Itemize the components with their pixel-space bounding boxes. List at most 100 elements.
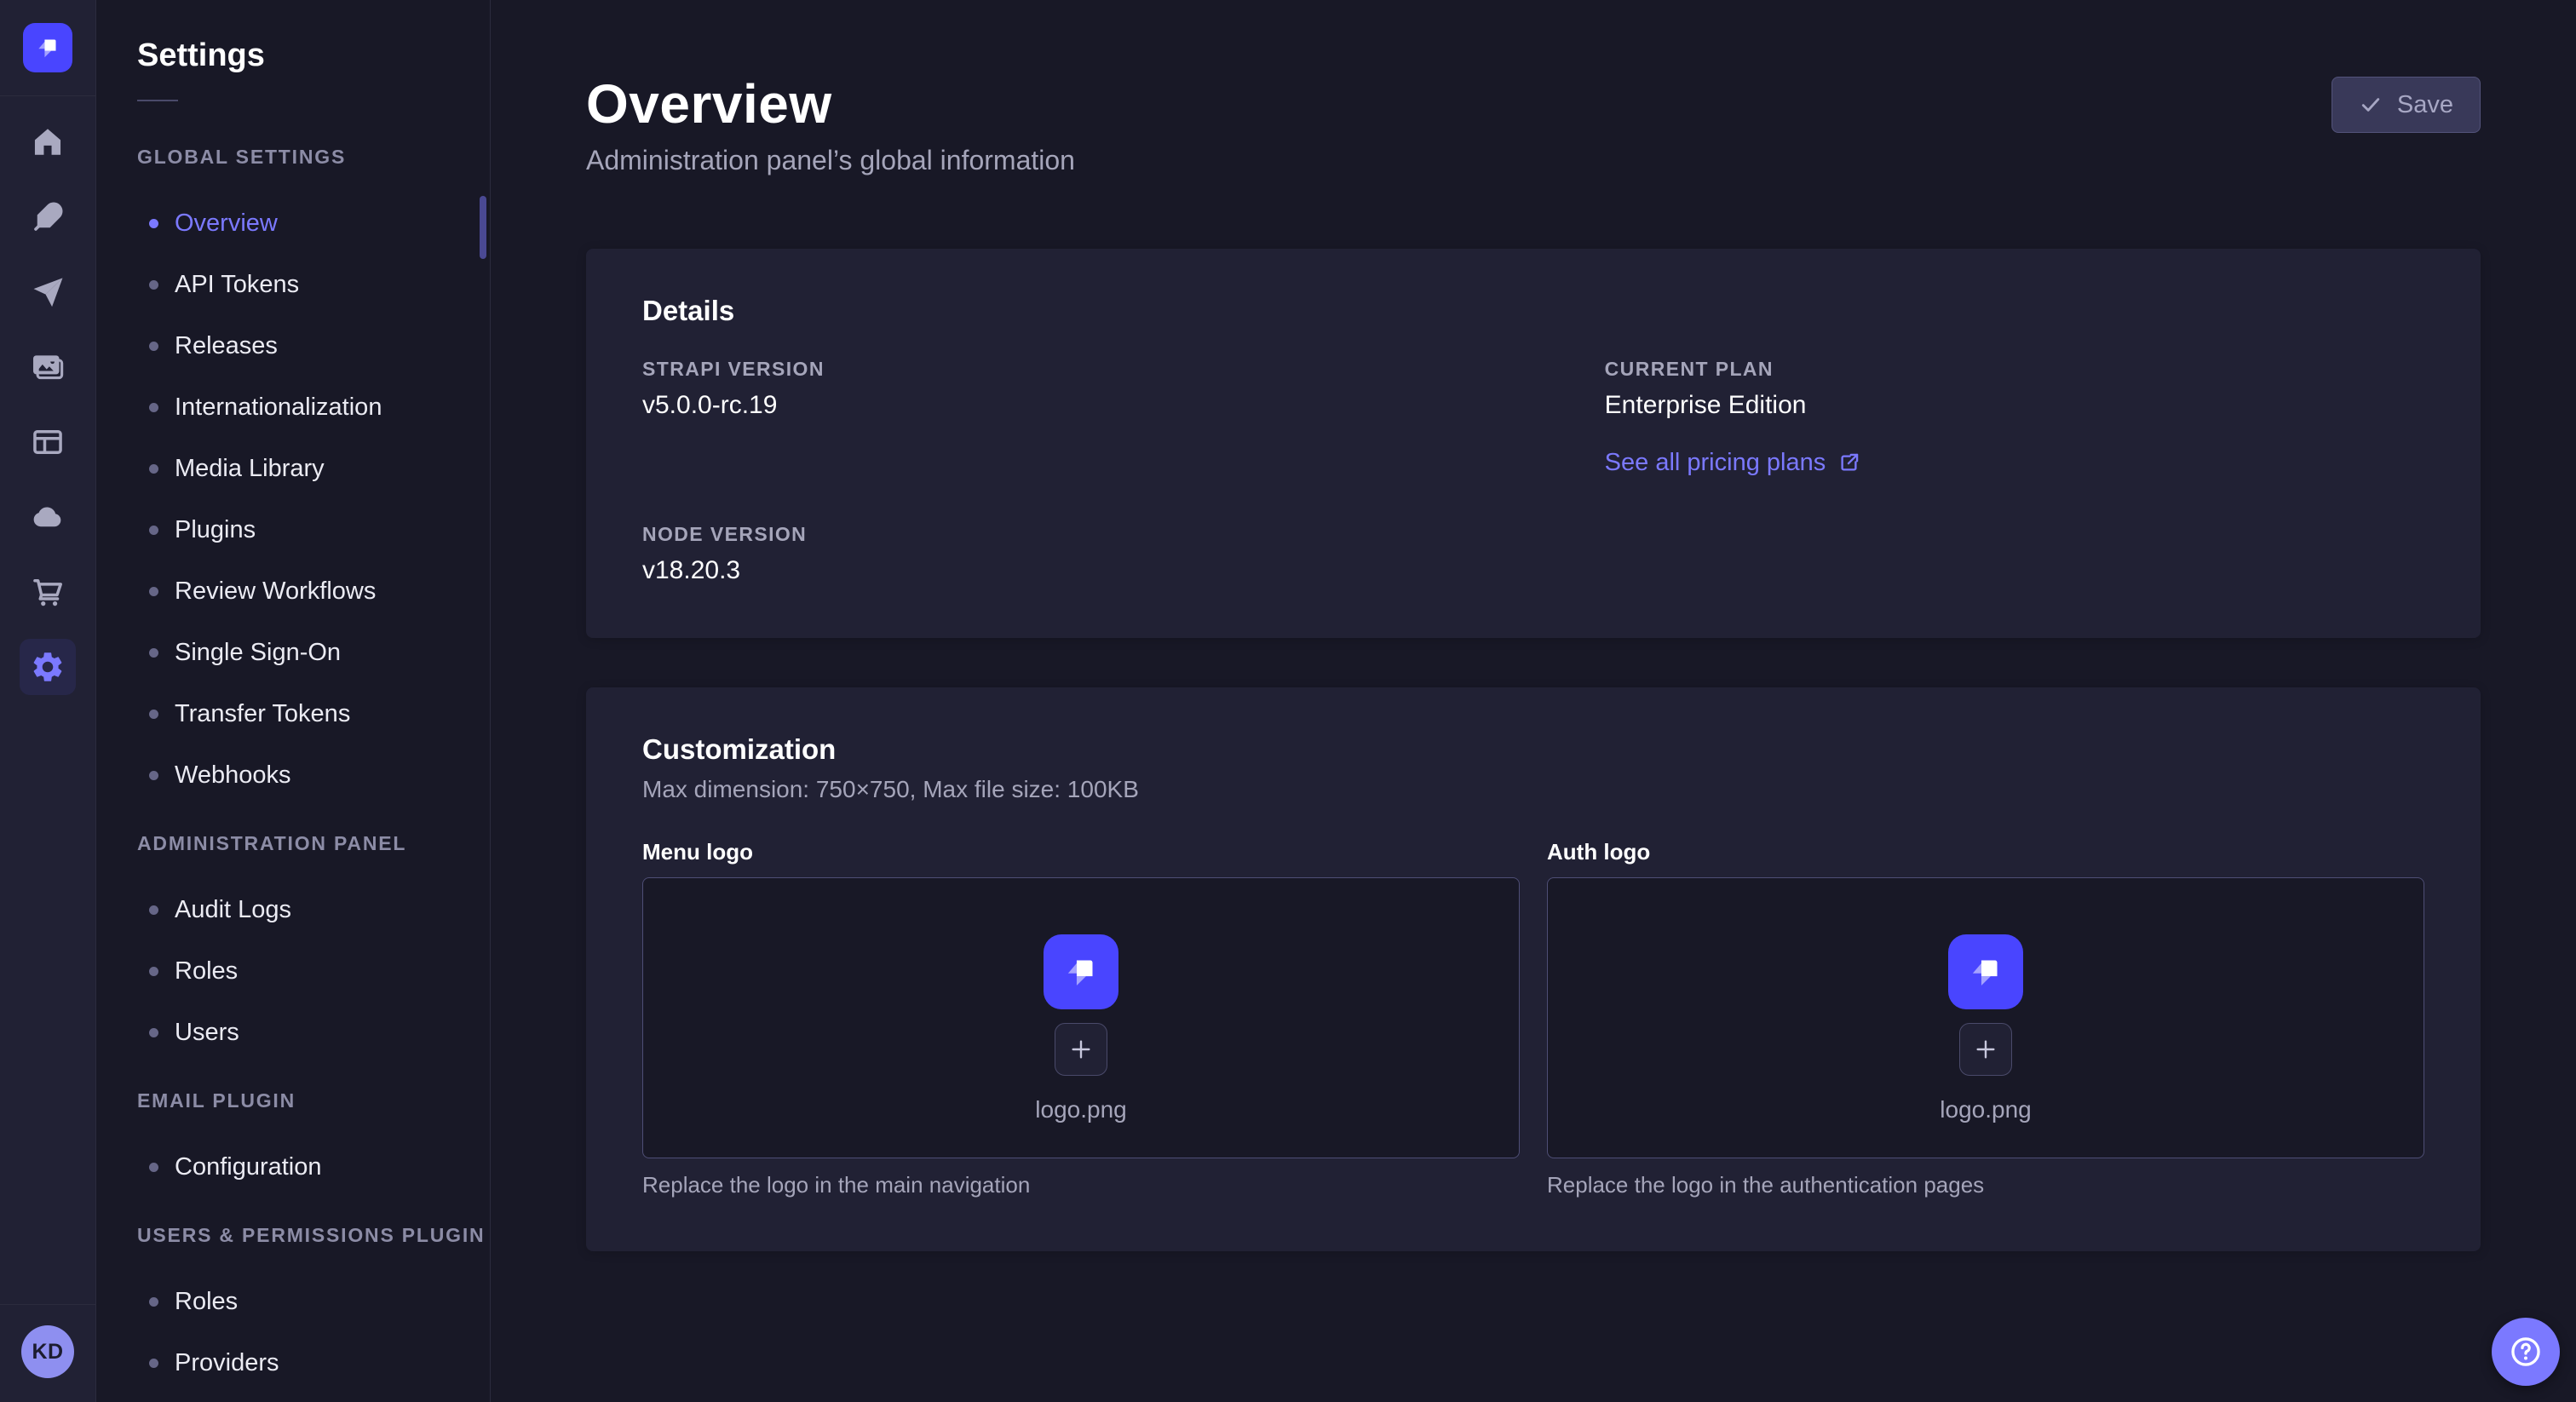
rail-bottom-divider: [0, 1304, 96, 1305]
bullet-icon: [149, 280, 158, 290]
settings-nav-item-transfer-tokens[interactable]: Transfer Tokens: [137, 683, 490, 744]
strapi-logo-icon: [32, 32, 64, 64]
page-title: Overview: [586, 77, 1075, 131]
customization-card: Customization Max dimension: 750×750, Ma…: [586, 687, 2481, 1251]
menu-logo-hint: Replace the logo in the main navigation: [642, 1172, 1520, 1198]
main-content: Overview Administration panel’s global i…: [491, 0, 2576, 1402]
auth-logo-filename: logo.png: [1940, 1096, 2031, 1123]
settings-nav-item-admin-roles[interactable]: Roles: [137, 940, 490, 1002]
settings-nav-item-internationalization[interactable]: Internationalization: [137, 376, 490, 438]
help-button[interactable]: [2492, 1318, 2560, 1386]
settings-nav-item-up-roles[interactable]: Roles: [137, 1271, 490, 1332]
menu-logo-upload-box[interactable]: logo.png: [642, 877, 1520, 1158]
field-label: CURRENT PLAN: [1605, 358, 2424, 381]
field-current-plan: CURRENT PLAN Enterprise Edition See all …: [1605, 358, 2424, 477]
settings-nav-item-releases[interactable]: Releases: [137, 315, 490, 376]
rail-divider: [0, 95, 96, 96]
home-icon: [30, 124, 66, 160]
rail-item-marketplace[interactable]: [20, 564, 76, 620]
paper-plane-icon: [30, 274, 66, 310]
nav-section-email-plugin: EMAIL PLUGIN Configuration: [137, 1089, 490, 1198]
feather-icon: [30, 199, 66, 235]
rail-item-cloud[interactable]: [20, 489, 76, 545]
app-window: KD Settings GLOBAL SETTINGS Overview API…: [0, 0, 2576, 1402]
main-icon-rail: KD: [0, 0, 96, 1402]
menu-logo-add-button[interactable]: [1055, 1023, 1107, 1076]
field-value: Enterprise Edition: [1605, 391, 2424, 420]
plus-icon: [1067, 1036, 1095, 1063]
settings-nav-item-webhooks[interactable]: Webhooks: [137, 744, 490, 806]
settings-nav-item-email-configuration[interactable]: Configuration: [137, 1136, 490, 1198]
bullet-icon: [149, 403, 158, 412]
auth-logo-add-button[interactable]: [1959, 1023, 2012, 1076]
nav-section-label: USERS & PERMISSIONS PLUGIN: [137, 1224, 490, 1247]
strapi-logo-icon: [1058, 949, 1104, 995]
rail-item-settings[interactable]: [20, 639, 76, 695]
nav-section-label: ADMINISTRATION PANEL: [137, 832, 490, 855]
bullet-icon: [149, 1359, 158, 1368]
pricing-plans-link[interactable]: See all pricing plans: [1605, 449, 1861, 477]
strapi-brand-logo[interactable]: [23, 23, 72, 72]
bullet-icon: [149, 342, 158, 351]
bullet-icon: [149, 1028, 158, 1037]
bullet-icon: [149, 587, 158, 596]
field-value: v18.20.3: [642, 556, 1605, 585]
auth-logo-label: Auth logo: [1547, 839, 2424, 865]
nav-section-label: EMAIL PLUGIN: [137, 1089, 490, 1112]
rail-item-feather[interactable]: [20, 189, 76, 245]
checkmark-icon: [2359, 93, 2383, 117]
field-strapi-version: STRAPI VERSION v5.0.0-rc.19: [642, 358, 1605, 477]
settings-nav-item-review-workflows[interactable]: Review Workflows: [137, 560, 490, 622]
help-icon: [2508, 1334, 2544, 1370]
bullet-icon: [149, 905, 158, 915]
settings-nav-item-api-tokens[interactable]: API Tokens: [137, 254, 490, 315]
bullet-icon: [149, 464, 158, 474]
rail-item-home[interactable]: [20, 114, 76, 170]
external-link-icon: [1837, 451, 1860, 474]
rail-item-layout[interactable]: [20, 414, 76, 470]
settings-nav-item-single-sign-on[interactable]: Single Sign-On: [137, 622, 490, 683]
bullet-icon: [149, 771, 158, 780]
field-label: NODE VERSION: [642, 523, 1605, 546]
bullet-icon: [149, 219, 158, 228]
rail-item-media[interactable]: [20, 339, 76, 395]
nav-section-label: GLOBAL SETTINGS: [137, 146, 490, 169]
settings-sub-nav: Settings GLOBAL SETTINGS Overview API To…: [96, 0, 491, 1402]
bullet-icon: [149, 710, 158, 719]
settings-nav-item-up-providers[interactable]: Providers: [137, 1332, 490, 1393]
auth-logo-field: Auth logo logo.png Replace the logo in t…: [1547, 839, 2424, 1198]
bullet-icon: [149, 1163, 158, 1172]
details-card-title: Details: [642, 295, 2424, 327]
auth-logo-hint: Replace the logo in the authentication p…: [1547, 1172, 2424, 1198]
page-subtitle: Administration panel’s global informatio…: [586, 145, 1075, 176]
settings-nav-item-admin-users[interactable]: Users: [137, 1002, 490, 1063]
bullet-icon: [149, 648, 158, 658]
bullet-icon: [149, 967, 158, 976]
settings-nav-item-plugins[interactable]: Plugins: [137, 499, 490, 560]
layout-icon: [30, 424, 66, 460]
page-header: Overview Administration panel’s global i…: [586, 0, 2481, 176]
bullet-icon: [149, 1297, 158, 1307]
menu-logo-preview: [1044, 934, 1118, 1009]
bullet-icon: [149, 526, 158, 535]
field-node-version: NODE VERSION v18.20.3: [642, 523, 1605, 585]
settings-nav-item-audit-logs[interactable]: Audit Logs: [137, 879, 490, 940]
auth-logo-upload-box[interactable]: logo.png: [1547, 877, 2424, 1158]
nav-section-administration-panel: ADMINISTRATION PANEL Audit Logs Roles Us…: [137, 832, 490, 1063]
field-value: v5.0.0-rc.19: [642, 391, 1605, 420]
settings-nav-item-overview[interactable]: Overview: [137, 192, 490, 254]
save-button[interactable]: Save: [2332, 77, 2481, 133]
nav-scrollbar-thumb[interactable]: [480, 196, 486, 259]
nav-section-users-permissions-plugin: USERS & PERMISSIONS PLUGIN Roles Provide…: [137, 1224, 490, 1393]
nav-section-global-settings: GLOBAL SETTINGS Overview API Tokens Rele…: [137, 146, 490, 806]
settings-nav-item-media-library[interactable]: Media Library: [137, 438, 490, 499]
settings-nav-title: Settings: [137, 37, 490, 74]
gear-icon: [30, 649, 66, 685]
pictures-icon: [30, 349, 66, 385]
cloud-icon: [30, 499, 66, 535]
customization-card-subtitle: Max dimension: 750×750, Max file size: 1…: [642, 776, 2424, 803]
plus-icon: [1972, 1036, 1999, 1063]
menu-logo-field: Menu logo logo.png Replace the logo in t…: [642, 839, 1520, 1198]
rail-item-paper-plane[interactable]: [20, 264, 76, 320]
user-avatar[interactable]: KD: [21, 1325, 74, 1378]
